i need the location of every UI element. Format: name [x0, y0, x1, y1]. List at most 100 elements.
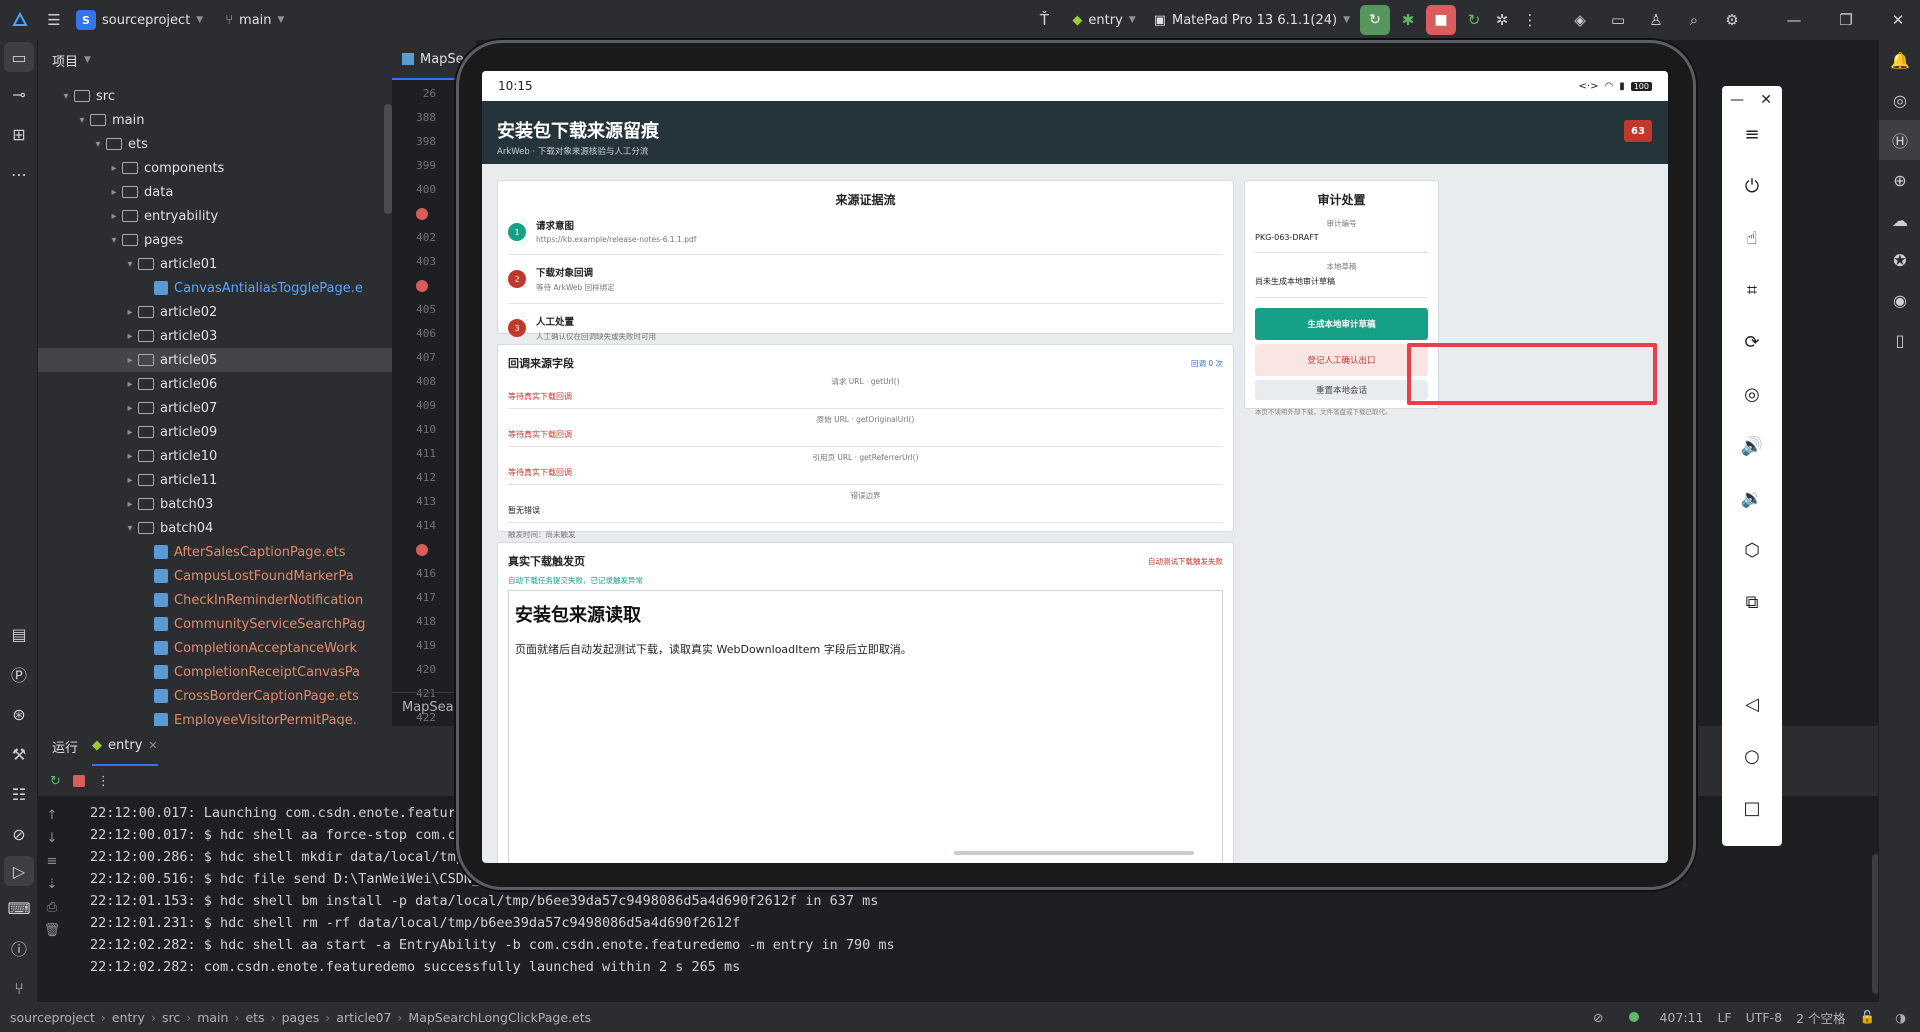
chevron-right-icon[interactable]: ▸ — [122, 379, 138, 390]
search-icon[interactable]: ⌕ — [1680, 6, 1708, 34]
tree-item[interactable]: ▸ entryability — [38, 204, 392, 228]
lock-icon[interactable]: 🔓 — [1860, 1009, 1876, 1025]
indent-setting[interactable]: 2 个空格 — [1796, 1008, 1845, 1027]
device-manager-icon[interactable]: ◈ — [1566, 6, 1594, 34]
project-switcher[interactable]: S sourceproject ▼ — [76, 10, 203, 30]
breadcrumb-item[interactable]: pages — [282, 1010, 320, 1025]
tree-item[interactable]: ▸ article07 — [38, 396, 392, 420]
tree-item[interactable]: ▸ article10 — [38, 444, 392, 468]
minimize-emulator-icon[interactable]: — — [1730, 92, 1744, 108]
tree-item[interactable]: ▸ article11 — [38, 468, 392, 492]
breakpoint-icon[interactable] — [416, 544, 428, 556]
preview-icon[interactable]: Ⓟ — [0, 654, 38, 694]
multi-screen-icon[interactable]: ⧉ — [1722, 576, 1782, 628]
breadcrumb-item[interactable]: MapSearchLongClickPage.ets — [408, 1010, 591, 1025]
tree-item[interactable]: ▾ ets — [38, 132, 392, 156]
breadcrumb-item[interactable]: main — [197, 1010, 228, 1025]
rerun-button[interactable]: ↻ — [1360, 5, 1390, 35]
breadcrumb-item[interactable]: ets — [245, 1010, 264, 1025]
tree-item[interactable]: CheckInReminderNotification — [38, 588, 392, 612]
touch-off-icon[interactable]: ☝ — [1722, 212, 1782, 264]
generate-draft-button[interactable]: 生成本地审计草稿 — [1255, 308, 1428, 340]
problems-icon[interactable]: ⓘ — [0, 928, 38, 968]
menu-icon[interactable]: ≡ — [1722, 108, 1782, 160]
chevron-right-icon[interactable]: ▸ — [106, 211, 122, 222]
run-tab-label[interactable]: 运行 — [52, 737, 78, 756]
chevron-right-icon[interactable]: ▸ — [122, 403, 138, 414]
print-icon[interactable]: ⎙ — [47, 900, 57, 915]
structure-icon[interactable]: ⊞ — [0, 114, 38, 154]
crop-icon[interactable]: ⌗ — [1722, 264, 1782, 316]
rerun-icon[interactable]: ↻ — [50, 774, 61, 789]
tree-item[interactable]: ▾ batch04 — [38, 516, 392, 540]
tree-item[interactable]: ▸ data — [38, 180, 392, 204]
tree-item[interactable]: ▸ article05 — [38, 348, 392, 372]
tree-item[interactable]: ▾ pages — [38, 228, 392, 252]
recents-icon[interactable]: □ — [1722, 782, 1782, 834]
chevron-right-icon[interactable]: ▸ — [122, 307, 138, 318]
harmony-icon[interactable]: Ⓗ — [1879, 120, 1920, 160]
tree-item[interactable]: ▸ article03 — [38, 324, 392, 348]
tree-item[interactable]: ▾ article01 — [38, 252, 392, 276]
more-tools-icon[interactable]: ⋯ — [0, 154, 38, 194]
soft-wrap-icon[interactable]: ≡ — [47, 854, 58, 869]
scroll-down-icon[interactable]: ↓ — [47, 831, 58, 846]
tree-item[interactable]: CompletionAcceptanceWork — [38, 636, 392, 660]
file-encoding[interactable]: UTF-8 — [1746, 1010, 1782, 1025]
breakpoint-icon[interactable] — [416, 208, 428, 220]
stop-button[interactable]: ■ — [1426, 5, 1456, 35]
run-config-selector[interactable]: ◆ entry ▼ — [1072, 13, 1135, 28]
chevron-right-icon[interactable]: ▸ — [122, 451, 138, 462]
line-separator[interactable]: LF — [1717, 1010, 1731, 1025]
tree-item[interactable]: ▸ article06 — [38, 372, 392, 396]
services-icon[interactable]: ⊛ — [0, 694, 38, 734]
scroll-up-icon[interactable]: ↑ — [47, 808, 58, 823]
folder-icon[interactable]: ▭ — [1604, 6, 1632, 34]
tree-item[interactable]: CompletionReceiptCanvasPa — [38, 660, 392, 684]
volume-up-icon[interactable]: 🔊 — [1722, 420, 1782, 472]
preview-eye-icon[interactable]: ◉ — [1879, 280, 1920, 320]
chevron-down-icon[interactable]: ▾ — [122, 523, 138, 534]
clear-icon[interactable]: 🗑 — [44, 923, 61, 938]
code-linter-icon[interactable]: Ť — [1030, 6, 1058, 34]
close-window-icon[interactable]: ✕ — [1884, 6, 1912, 34]
cloud-icon[interactable]: ☁ — [1879, 200, 1920, 240]
manual-confirm-button[interactable]: 登记人工确认出口 — [1255, 344, 1428, 376]
badge-icon[interactable]: ✪ — [1879, 240, 1920, 280]
terminal-icon[interactable]: ⌨ — [0, 888, 38, 928]
memory-icon[interactable]: ◑ — [1895, 1010, 1906, 1025]
home-icon[interactable]: ○ — [1722, 730, 1782, 782]
device-selector[interactable]: ▣ MatePad Pro 13 6.1.1(24) ▼ — [1154, 13, 1350, 28]
tree-item[interactable]: CanvasAntialiasTogglePage.e — [38, 276, 392, 300]
tree-item[interactable]: ▸ article02 — [38, 300, 392, 324]
chevron-right-icon[interactable]: ▸ — [106, 187, 122, 198]
chevron-down-icon[interactable]: ▾ — [74, 115, 90, 126]
tree-item[interactable]: ▸ batch03 — [38, 492, 392, 516]
breadcrumb-item[interactable]: article07 — [336, 1010, 391, 1025]
web-view[interactable]: 安装包来源读取 页面就绪后自动发起测试下载，读取真实 WebDownloadIt… — [508, 590, 1223, 863]
entry-run-tab[interactable]: ◆ entry ✕ — [92, 726, 158, 766]
chevron-right-icon[interactable]: ▸ — [122, 475, 138, 486]
maximize-icon[interactable]: ❐ — [1832, 6, 1860, 34]
ai-assistant-icon[interactable]: ◎ — [1879, 80, 1920, 120]
minimize-icon[interactable]: — — [1780, 6, 1808, 34]
chevron-down-icon[interactable]: ▾ — [106, 235, 122, 246]
more-icon[interactable]: ⋮ — [97, 774, 110, 789]
chevron-right-icon[interactable]: ▸ — [122, 355, 138, 366]
tree-item[interactable]: CommunityServiceSearchPag — [38, 612, 392, 636]
close-tab-icon[interactable]: ✕ — [148, 739, 157, 752]
notifications-icon[interactable]: 🔔 — [1879, 40, 1920, 80]
chevron-down-icon[interactable]: ▾ — [58, 91, 74, 102]
reset-session-button[interactable]: 重置本地会话 — [1255, 380, 1428, 400]
chevron-right-icon[interactable]: ▸ — [122, 499, 138, 510]
tree-item[interactable]: ▾ src — [38, 84, 392, 108]
tree-item[interactable]: ▸ components — [38, 156, 392, 180]
fold-icon[interactable]: ⬡ — [1722, 524, 1782, 576]
breadcrumb-item[interactable]: src — [162, 1010, 180, 1025]
home-indicator[interactable] — [954, 851, 1194, 855]
chevron-right-icon[interactable]: ▸ — [122, 331, 138, 342]
tree-item[interactable]: CampusLostFoundMarkerPa — [38, 564, 392, 588]
plugin-icon[interactable]: ⊕ — [1879, 160, 1920, 200]
back-icon[interactable]: ◁ — [1722, 678, 1782, 730]
log-icon[interactable]: ☷ — [0, 774, 38, 814]
